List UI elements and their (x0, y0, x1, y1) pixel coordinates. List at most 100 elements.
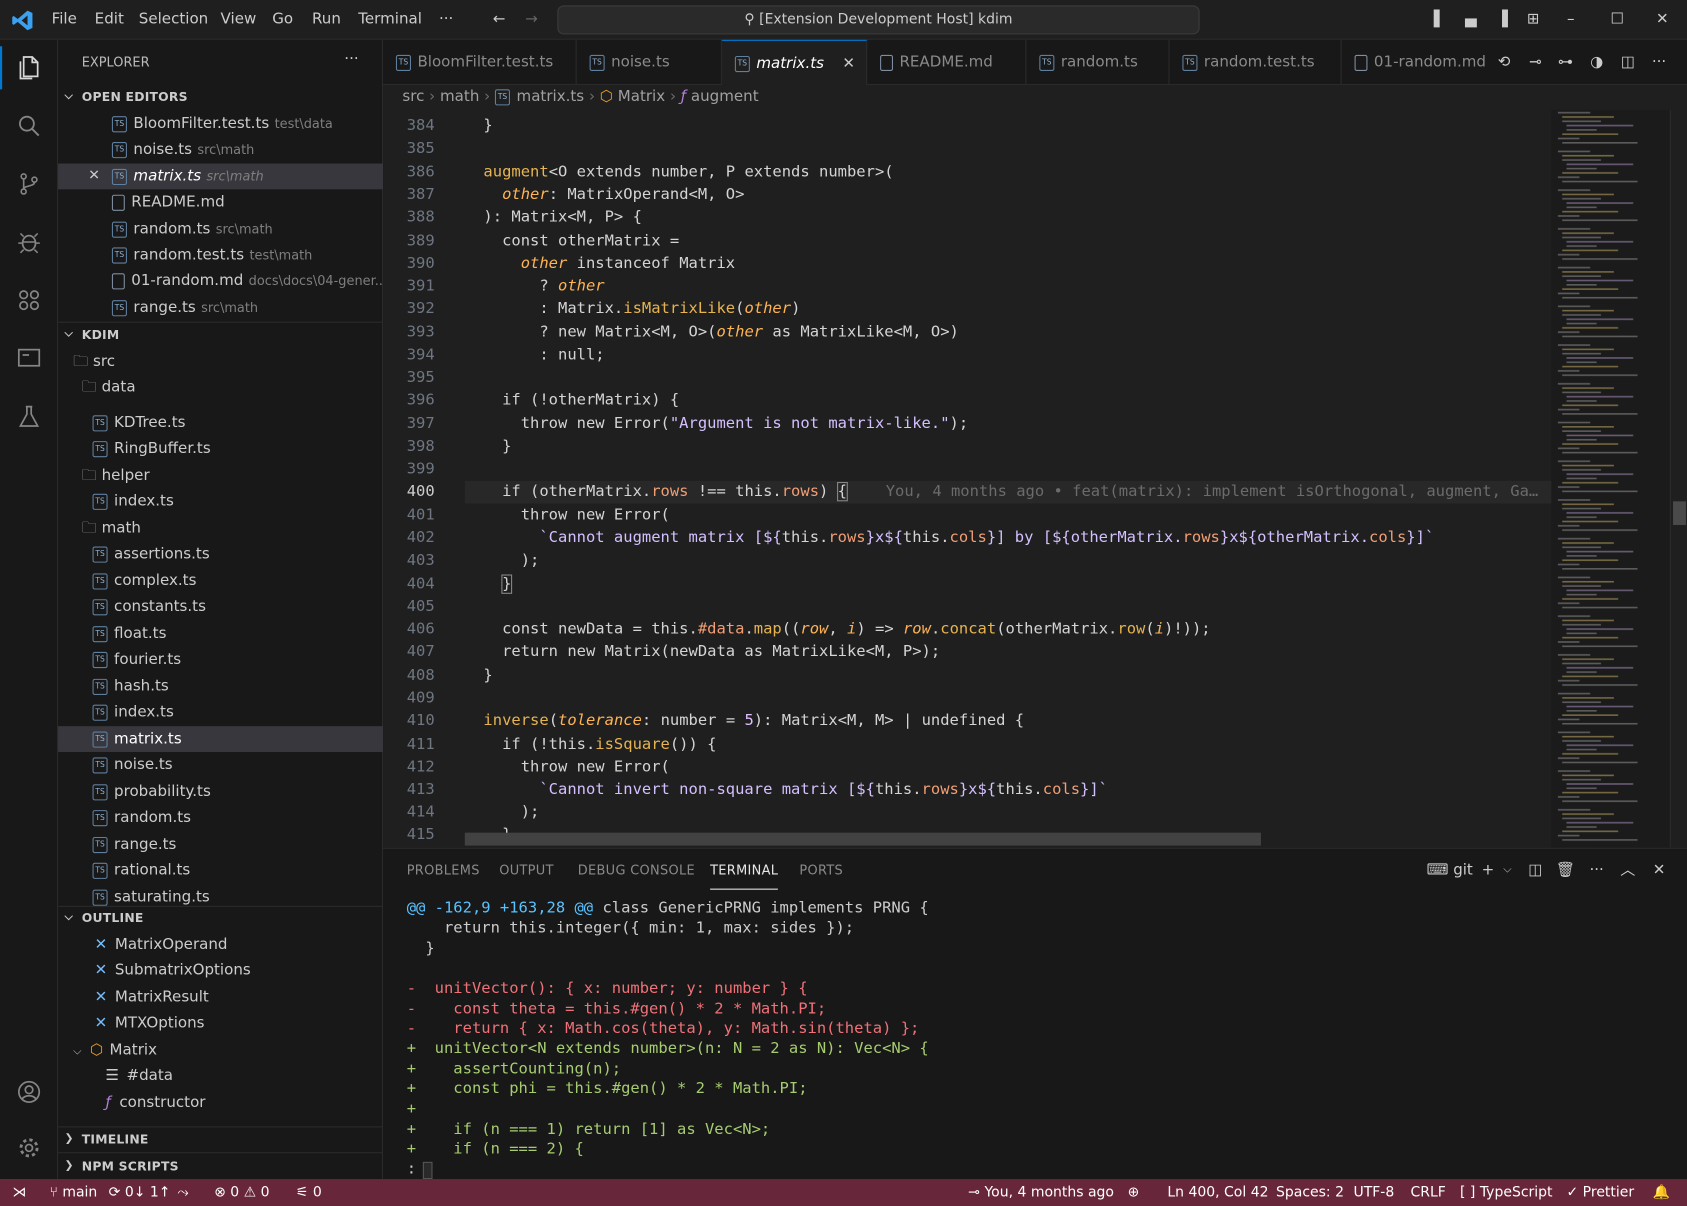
outline-item[interactable]: ✕ MTXOptions (58, 1010, 383, 1036)
tab-01-random[interactable]: 01-random.md (1342, 40, 1493, 85)
file-item-selected[interactable]: TS matrix.ts (58, 726, 384, 752)
tab-terminal[interactable]: TERMINAL (710, 851, 779, 890)
vertical-scrollbar[interactable] (1669, 109, 1687, 848)
inline-blame[interactable]: You, 4 months ago • feat(matrix): implem… (886, 483, 1539, 500)
menu-file[interactable]: File (52, 0, 77, 40)
open-changes-icon[interactable]: ⟲ (1493, 52, 1515, 74)
close-tab-icon[interactable]: ✕ (842, 41, 855, 86)
breadcrumb-math[interactable]: math (440, 88, 479, 105)
open-editor-item[interactable]: TS BloomFilter.test.ts test\data (58, 111, 383, 137)
open-editors-header[interactable]: ⌵ OPEN EDITORS (58, 85, 383, 109)
problems-indicator[interactable]: ⊗ 0 ⚠ 0 (214, 1179, 269, 1206)
tab-problems[interactable]: PROBLEMS (407, 849, 480, 892)
menu-edit[interactable]: Edit (95, 0, 124, 40)
outline-item[interactable]: ☰ #data (58, 1063, 383, 1089)
encoding[interactable]: UTF-8 (1353, 1179, 1394, 1206)
open-editor-item[interactable]: README.md (58, 189, 383, 215)
toggle-blame-icon[interactable]: ◑ (1586, 52, 1608, 74)
outline-item[interactable]: ✕ MatrixResult (58, 984, 383, 1010)
file-item[interactable]: TS hash.ts (58, 673, 383, 699)
terminal-pager-prompt[interactable]: : (407, 1160, 416, 1180)
notifications-bell-icon[interactable]: 🔔 (1653, 1179, 1670, 1206)
source-control-icon[interactable] (0, 156, 58, 212)
end-of-line[interactable]: CRLF (1411, 1179, 1446, 1206)
file-item[interactable]: TS complex.ts (58, 568, 383, 594)
zoom-icon[interactable]: ⊕ (1128, 1179, 1140, 1206)
outline-item[interactable]: ✕ MatrixOperand (58, 932, 383, 958)
outline-item[interactable]: ƒ constructor (58, 1090, 383, 1114)
file-item[interactable]: TS probability.ts (58, 779, 383, 805)
menu-terminal[interactable]: Terminal (358, 0, 422, 40)
tab-matrix[interactable]: TS matrix.ts ✕ (721, 39, 868, 86)
scrollbar-thumb[interactable] (1673, 501, 1686, 525)
settings-gear-icon[interactable] (0, 1120, 58, 1176)
file-item[interactable]: TS index.ts (58, 488, 383, 514)
file-item[interactable]: TS constants.ts (58, 594, 383, 620)
folder-math[interactable]: 🗀 math (58, 515, 383, 541)
panel-more-icon[interactable]: ··· (1586, 860, 1608, 882)
horizontal-scrollbar[interactable] (464, 832, 1261, 846)
indentation[interactable]: Spaces: 2 (1276, 1179, 1344, 1206)
tab-readme[interactable]: README.md (867, 39, 1027, 85)
tab-bloomfilter-test[interactable]: TS BloomFilter.test.ts (383, 39, 577, 85)
file-item[interactable]: TS float.ts (58, 621, 383, 647)
search-icon[interactable] (0, 98, 58, 154)
explorer-icon[interactable] (0, 40, 58, 96)
folder-src[interactable]: 🗀 src (58, 349, 383, 375)
chevron-down-icon[interactable]: ⌵ (1497, 860, 1519, 882)
file-item[interactable]: TS index.ts (58, 699, 383, 725)
npm-scripts-header[interactable]: ❯ NPM SCRIPTS (58, 1154, 383, 1178)
folder-helper[interactable]: 🗀 helper (58, 463, 383, 489)
branch-indicator[interactable]: ⑂ main (49, 1179, 97, 1206)
file-item[interactable]: TS rational.ts (58, 857, 383, 883)
editor-more-icon[interactable]: ··· (1648, 52, 1670, 74)
kill-terminal-icon[interactable]: 🗑 (1555, 860, 1577, 882)
toggle-secondary-sidebar-icon[interactable]: ▐ (1491, 9, 1513, 31)
open-editor-item[interactable]: TS range.ts src\math (58, 295, 383, 321)
ports-indicator[interactable]: ⚟ 0 (296, 1179, 322, 1206)
remote-explorer-icon[interactable] (0, 330, 58, 386)
menu-go[interactable]: Go (272, 0, 293, 40)
file-item[interactable]: TS fourier.ts (58, 647, 383, 673)
customize-layout-icon[interactable]: ⊞ (1522, 9, 1544, 31)
tab-random[interactable]: TS random.ts (1026, 39, 1170, 85)
tab-debug-console[interactable]: DEBUG CONSOLE (578, 849, 695, 892)
outline-header[interactable]: ⌵ OUTLINE (58, 906, 383, 930)
file-item[interactable]: TS saturating.ts (58, 884, 383, 906)
file-item[interactable]: TS range.ts (58, 832, 383, 858)
breadcrumb-class[interactable]: Matrix (618, 88, 665, 105)
tab-ports[interactable]: PORTS (799, 849, 843, 892)
open-editor-item[interactable]: 01-random.md docs\docs\04-gener... (58, 268, 383, 294)
timeline-header[interactable]: ❯ TIMELINE (58, 1127, 383, 1151)
file-item[interactable]: TS noise.ts (58, 752, 383, 778)
file-item[interactable]: TS random.ts (58, 805, 383, 831)
formatter-indicator[interactable]: ✓ Prettier (1567, 1179, 1635, 1206)
split-editor-icon[interactable]: ◫ (1617, 52, 1639, 74)
menu-more[interactable]: ··· (439, 0, 453, 40)
remote-indicator-icon[interactable]: ⋊ (0, 1179, 39, 1206)
tab-output[interactable]: OUTPUT (499, 849, 554, 892)
run-debug-icon[interactable] (0, 214, 58, 270)
open-editor-item[interactable]: TS random.test.ts test\math (58, 242, 383, 268)
open-editor-item-active[interactable]: ✕ TS matrix.ts src\math (58, 163, 384, 190)
new-terminal-icon[interactable]: + (1477, 860, 1499, 882)
accounts-icon[interactable] (0, 1064, 58, 1120)
previous-change-icon[interactable]: ⊸ (1525, 52, 1547, 74)
back-arrow-icon[interactable]: ← (488, 9, 510, 31)
file-item[interactable]: TS RingBuffer.ts (58, 436, 383, 462)
breadcrumb-file[interactable]: matrix.ts (517, 88, 585, 105)
breadcrumb-src[interactable]: src (402, 88, 424, 105)
menu-selection[interactable]: Selection (139, 0, 208, 40)
toggle-primary-sidebar-icon[interactable]: ▌ (1429, 9, 1451, 31)
terminal-shell-selector[interactable]: ⌨ git (1427, 860, 1473, 882)
maximize-icon[interactable]: ☐ (1606, 9, 1628, 31)
close-window-icon[interactable]: ✕ (1652, 9, 1674, 31)
open-editor-item[interactable]: TS random.ts src\math (58, 216, 383, 242)
tab-noise[interactable]: TS noise.ts (577, 39, 722, 85)
minimap[interactable] (1551, 109, 1670, 848)
cursor-position[interactable]: Ln 400, Col 42 (1167, 1179, 1268, 1206)
explorer-more-icon[interactable]: ··· (344, 51, 358, 68)
toggle-panel-icon[interactable]: ▄ (1460, 9, 1482, 31)
git-graph-icon[interactable]: ⤳ (178, 1179, 189, 1206)
folder-data[interactable]: 🗀 data (58, 374, 383, 400)
